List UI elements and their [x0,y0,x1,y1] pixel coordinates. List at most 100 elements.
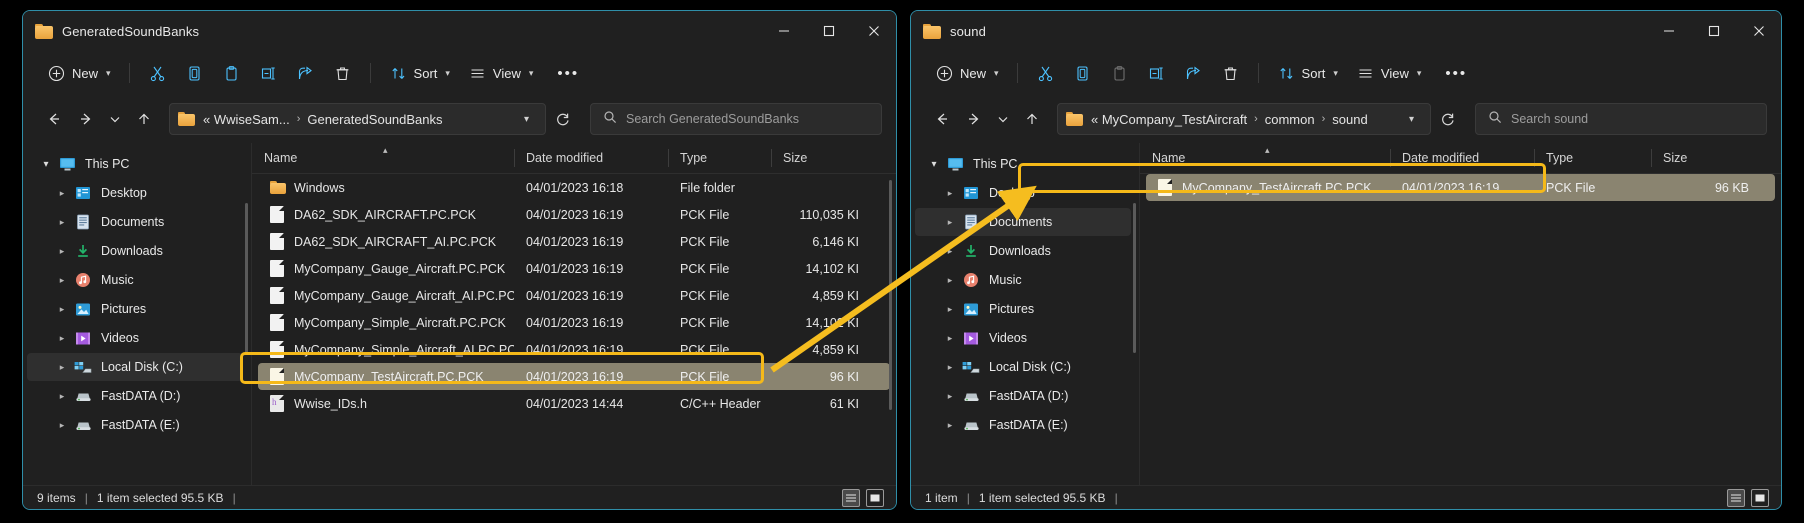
sidebar-item-music[interactable]: ▸ Music [27,266,243,294]
sidebar-item-fastdata-d[interactable]: ▸ FastDATA (D:) [27,382,243,410]
chevron-down-icon[interactable]: ▾ [35,159,57,170]
table-row-selected[interactable]: MyCompany_TestAircraft.PC.PCK 04/01/2023… [258,363,890,390]
file-list-scrollbar[interactable] [889,180,892,410]
delete-button[interactable] [1213,58,1248,88]
address-bar[interactable]: « MyCompany_TestAircraft › common › soun… [1057,103,1431,135]
up-button[interactable] [1017,104,1047,134]
delete-button[interactable] [325,58,360,88]
forward-button[interactable] [959,104,989,134]
chevron-right-icon[interactable]: ▸ [939,420,961,431]
chevron-right-icon[interactable]: ▸ [939,246,961,257]
more-options-button[interactable]: ••• [543,58,593,88]
sidebar-item-local-disk-c[interactable]: ▸ Local Disk (C:) [27,353,243,381]
sidebar-item-pictures[interactable]: ▸ Pictures [27,295,243,323]
cut-button[interactable] [140,58,175,88]
new-button[interactable]: New ▾ [929,58,1007,88]
column-header-size[interactable]: Size [1651,143,1761,173]
sidebar-item-documents[interactable]: ▸ Documents [915,208,1131,236]
forward-button[interactable] [71,104,101,134]
sort-button[interactable]: Sort ▾ [1269,58,1346,88]
column-header-type[interactable]: Type [1534,143,1651,173]
chevron-right-icon[interactable]: ▸ [51,275,73,286]
column-header-type[interactable]: Type [668,143,771,173]
recent-locations-button[interactable] [991,104,1015,134]
sidebar-item-pictures[interactable]: ▸ Pictures [915,295,1131,323]
sidebar-item-local-disk-c[interactable]: ▸ Local Disk (C:) [915,353,1131,381]
sidebar-item-fastdata-e[interactable]: ▸ FastDATA (E:) [915,411,1131,439]
chevron-right-icon[interactable]: ▸ [939,188,961,199]
column-header-size[interactable]: Size [771,143,871,173]
chevron-right-icon[interactable]: ▸ [51,304,73,315]
table-row[interactable]: MyCompany_Gauge_Aircraft_AI.PC.PCK 04/01… [258,282,890,309]
sidebar-item-this-pc[interactable]: ▾ This PC [27,150,243,178]
large-icons-view-button[interactable] [1751,489,1769,507]
chevron-right-icon[interactable]: ▸ [939,391,961,402]
table-row[interactable]: Wwise_IDs.h 04/01/2023 14:44 C/C++ Heade… [258,390,890,417]
search-box[interactable]: Search sound [1475,103,1767,135]
navigation-pane[interactable]: ▾ This PC ▸ Desktop ▸ [23,143,251,485]
paste-button[interactable] [214,58,249,88]
sidebar-item-this-pc[interactable]: ▾ This PC [915,150,1131,178]
column-header-name[interactable]: ▴ Name [252,143,514,173]
copy-button[interactable] [177,58,212,88]
search-box[interactable]: Search GeneratedSoundBanks [590,103,882,135]
column-header-name[interactable]: ▴ Name [1140,143,1390,173]
table-row[interactable]: MyCompany_Gauge_Aircraft.PC.PCK 04/01/20… [258,255,890,282]
share-button[interactable] [1176,58,1211,88]
recent-locations-button[interactable] [103,104,127,134]
back-button[interactable] [39,104,69,134]
table-row[interactable]: Windows 04/01/2023 16:18 File folder [258,174,890,201]
sidebar-item-desktop[interactable]: ▸ Desktop [915,179,1131,207]
sidebar-item-downloads[interactable]: ▸ Downloads [27,237,243,265]
chevron-right-icon[interactable]: ▸ [939,217,961,228]
sidebar-item-fastdata-d[interactable]: ▸ FastDATA (D:) [915,382,1131,410]
table-row[interactable]: DA62_SDK_AIRCRAFT_AI.PC.PCK 04/01/2023 1… [258,228,890,255]
column-header-date-modified[interactable]: Date modified [514,143,668,173]
sort-button[interactable]: Sort ▾ [381,58,458,88]
new-button[interactable]: New ▾ [41,58,119,88]
breadcrumb-item[interactable]: GeneratedSoundBanks [307,112,442,127]
chevron-right-icon[interactable]: ▸ [51,188,73,199]
table-row-selected[interactable]: MyCompany_TestAircraft.PC.PCK 04/01/2023… [1146,174,1775,201]
chevron-right-icon[interactable]: ▸ [51,362,73,373]
chevron-right-icon[interactable]: ▸ [939,362,961,373]
share-button[interactable] [288,58,323,88]
breadcrumb-item[interactable]: « WwiseSam... [203,112,290,127]
breadcrumb-item[interactable]: « MyCompany_TestAircraft [1091,112,1247,127]
minimize-button[interactable] [761,11,806,51]
refresh-button[interactable] [1433,104,1463,134]
sidebar-item-music[interactable]: ▸ Music [915,266,1131,294]
sidebar-item-desktop[interactable]: ▸ Desktop [27,179,243,207]
rename-button[interactable] [1139,58,1174,88]
details-view-button[interactable] [1727,489,1745,507]
chevron-down-icon[interactable]: ▾ [520,114,539,125]
chevron-right-icon[interactable]: ▸ [51,217,73,228]
sidebar-scrollbar[interactable] [1133,203,1136,353]
navigation-pane[interactable]: ▾ This PC ▸ Desktop ▸ [911,143,1139,485]
close-button[interactable] [851,11,896,51]
copy-button[interactable] [1065,58,1100,88]
sidebar-item-downloads[interactable]: ▸ Downloads [915,237,1131,265]
address-bar[interactable]: « WwiseSam... › GeneratedSoundBanks ▾ [169,103,546,135]
chevron-down-icon[interactable]: ▾ [1405,114,1424,125]
minimize-button[interactable] [1646,11,1691,51]
maximize-button[interactable] [1691,11,1736,51]
details-view-button[interactable] [842,489,860,507]
chevron-right-icon[interactable]: ▸ [939,275,961,286]
paste-button[interactable] [1102,58,1137,88]
sidebar-item-documents[interactable]: ▸ Documents [27,208,243,236]
chevron-right-icon[interactable]: ▸ [939,333,961,344]
view-button[interactable]: View ▾ [460,58,541,88]
up-button[interactable] [129,104,159,134]
cut-button[interactable] [1028,58,1063,88]
breadcrumb-item[interactable]: sound [1332,112,1367,127]
back-button[interactable] [927,104,957,134]
chevron-right-icon[interactable]: ▸ [51,420,73,431]
chevron-right-icon[interactable]: ▸ [51,333,73,344]
refresh-button[interactable] [548,104,578,134]
chevron-right-icon[interactable]: ▸ [51,391,73,402]
maximize-button[interactable] [806,11,851,51]
chevron-down-icon[interactable]: ▾ [923,159,945,170]
chevron-right-icon[interactable]: ▸ [51,246,73,257]
sidebar-item-videos[interactable]: ▸ Videos [915,324,1131,352]
